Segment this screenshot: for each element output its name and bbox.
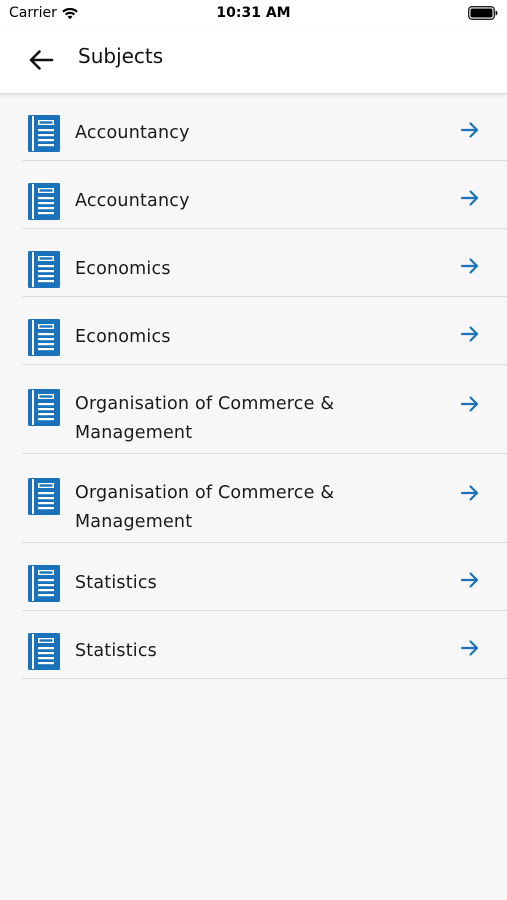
subject-label: Economics [75,327,171,347]
arrow-right-icon [460,122,479,138]
arrow-right-icon [460,326,479,342]
page-title: Subjects [78,44,164,68]
subject-row[interactable]: Statistics [22,543,507,611]
book-icon [28,565,60,602]
book-icon [28,183,60,220]
subject-row[interactable]: Accountancy [22,93,507,161]
subject-row[interactable]: Organisation of Commerce & Management [22,454,507,543]
arrow-right-icon [460,572,479,588]
battery-icon [468,6,498,20]
arrow-right-icon [460,640,479,656]
subject-row[interactable]: Economics [22,229,507,297]
subject-label: Organisation of Commerce & Management [75,483,335,532]
status-time: 10:31 AM [216,5,291,21]
subject-row[interactable]: Economics [22,297,507,365]
subject-label: Statistics [75,573,157,593]
status-bar: Carrier 10:31 AM [0,0,507,26]
arrow-right-icon [460,396,479,412]
book-icon [28,251,60,288]
arrow-right-icon [460,258,479,274]
navigation-bar: Subjects [0,26,507,93]
subject-row[interactable]: Organisation of Commerce & Management [22,365,507,454]
subject-label: Organisation of Commerce & Management [75,394,335,443]
arrow-right-icon [460,190,479,206]
book-icon [28,115,60,152]
subject-label: Accountancy [75,123,190,143]
subject-row[interactable]: Accountancy [22,161,507,229]
subject-list: Accountancy Accountancy Economics Economics… [0,93,507,679]
subject-row[interactable]: Statistics [22,611,507,679]
book-icon [28,478,60,515]
back-button[interactable] [20,40,62,80]
book-icon [28,389,60,426]
subject-label: Statistics [75,641,157,661]
arrow-left-icon [29,50,54,70]
arrow-right-icon [460,485,479,501]
book-icon [28,633,60,670]
subject-label: Accountancy [75,191,190,211]
book-icon [28,319,60,356]
subject-label: Economics [75,259,171,279]
